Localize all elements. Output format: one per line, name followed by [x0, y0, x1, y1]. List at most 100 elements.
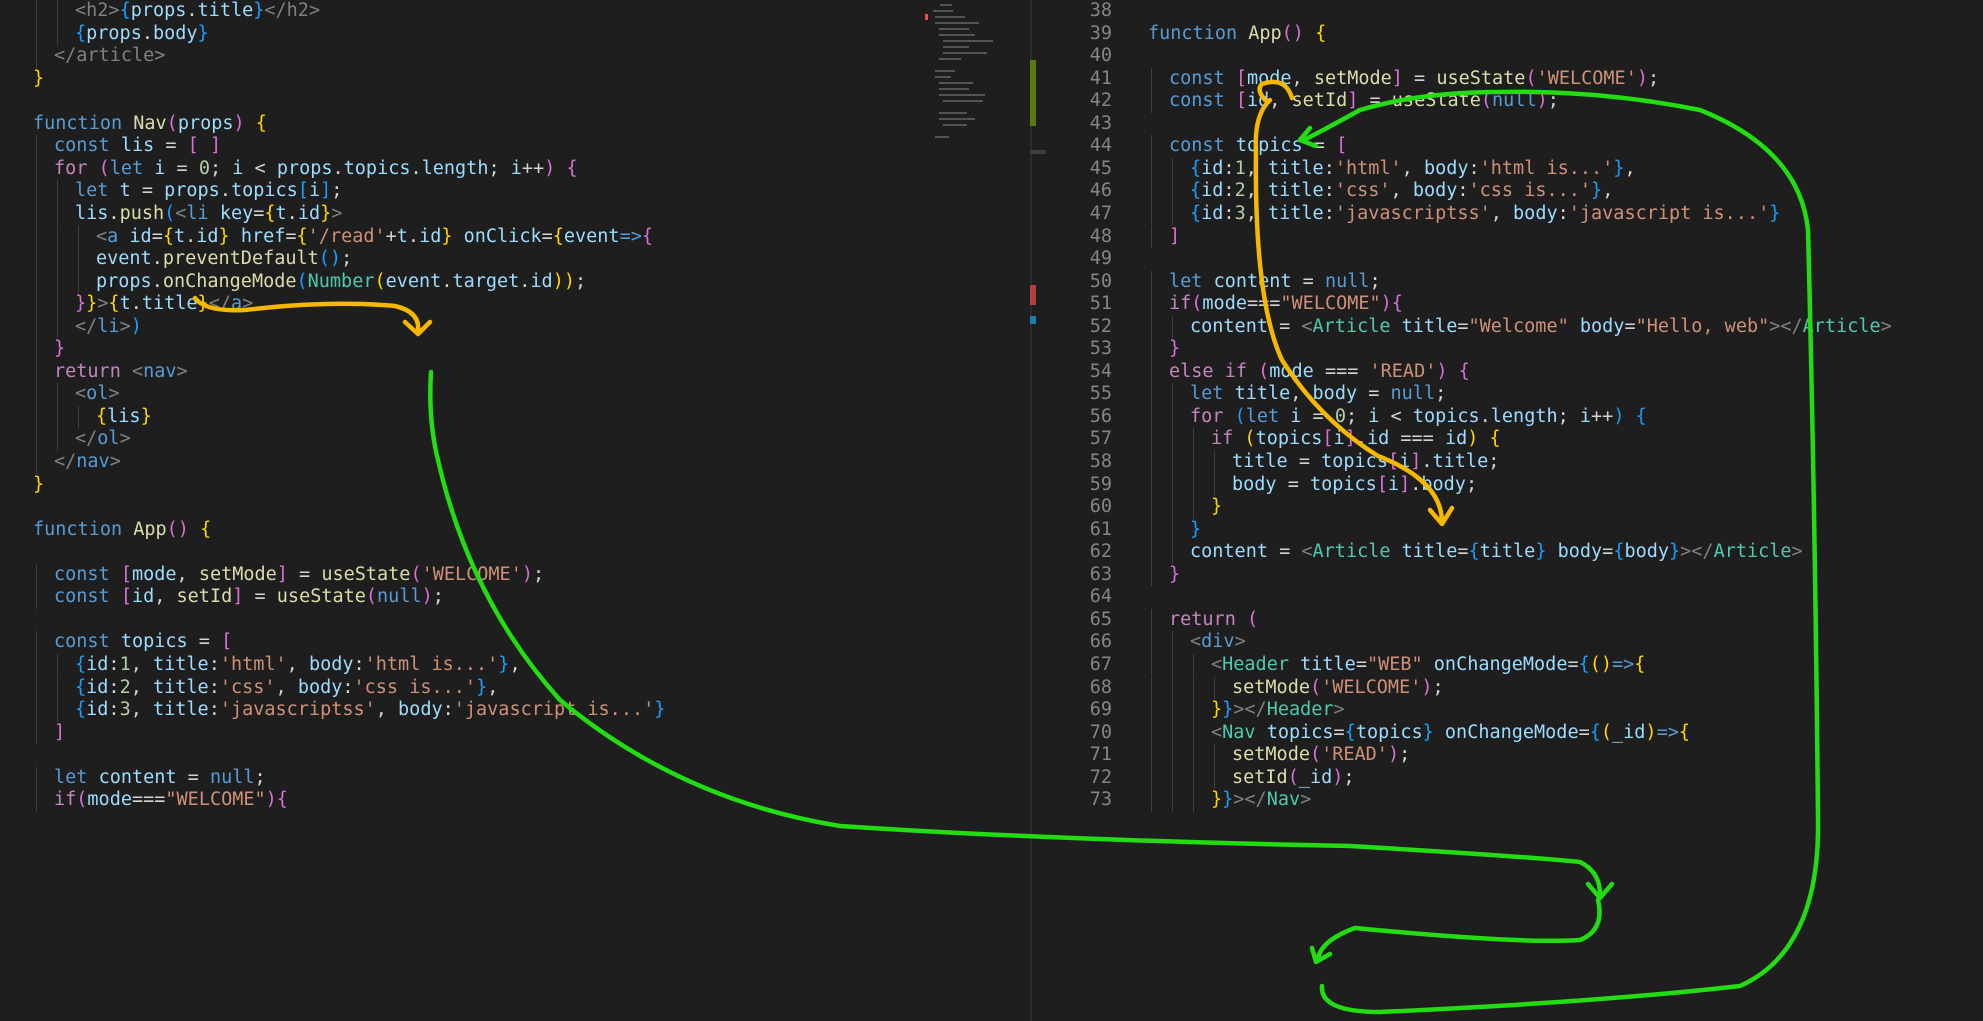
- code-token: title: [1300, 653, 1356, 675]
- code-token: }: [1190, 518, 1202, 540]
- code-token: (: [164, 202, 176, 224]
- code-token: 'html is...': [1479, 157, 1614, 179]
- code-token: let: [109, 157, 155, 179]
- code-token: topics: [1266, 721, 1334, 743]
- right-editor-pane[interactable]: 38 39 function App() {40 41 const [mode, set…: [1032, 0, 1983, 1021]
- code-token: preventDefault: [162, 248, 319, 270]
- code-token: ;: [1369, 270, 1381, 292]
- code-token: {: [75, 22, 87, 44]
- code-line[interactable]: }: [1211, 493, 1222, 521]
- code-line[interactable]: if(mode==="WELCOME"){: [54, 786, 288, 814]
- code-line[interactable]: </nav>: [54, 448, 121, 476]
- code-token: >: [1234, 631, 1246, 653]
- code-token: {: [1589, 721, 1601, 743]
- code-token: (: [1480, 90, 1493, 112]
- code-token: body: [1421, 473, 1466, 495]
- code-token: {: [75, 653, 87, 675]
- code-token: }: [1222, 789, 1234, 811]
- indent-guide: [1151, 67, 1152, 91]
- code-token: >: [331, 202, 343, 224]
- code-token: =: [151, 225, 163, 247]
- code-token: 'html': [1334, 157, 1402, 179]
- code-line[interactable]: {id:3, title:'javascriptss', body:'javas…: [75, 696, 665, 724]
- code-token: title: [152, 653, 209, 675]
- code-token: .: [130, 293, 142, 315]
- minimap[interactable]: [925, 0, 1025, 160]
- code-line[interactable]: </article>: [54, 42, 165, 70]
- code-token: 1: [119, 653, 131, 675]
- code-token: >: [108, 383, 120, 405]
- code-token: 2: [119, 676, 131, 698]
- code-line[interactable]: }: [33, 471, 44, 499]
- code-token: ): [1467, 428, 1479, 450]
- code-line[interactable]: content = <Article title="Welcome" body=…: [1190, 313, 1892, 341]
- indent-guide: [1193, 451, 1194, 474]
- indent-guide: [57, 225, 58, 249]
- code-token: [ ]: [187, 135, 222, 157]
- code-token: ,: [130, 676, 153, 698]
- code-token: =: [1276, 473, 1310, 495]
- code-token: +: [385, 225, 397, 247]
- code-line[interactable]: function App() {: [1148, 20, 1326, 48]
- indent-guide: [1151, 90, 1152, 113]
- indent-guide: [57, 405, 58, 429]
- code-token: {: [1634, 653, 1646, 675]
- code-line[interactable]: ]: [54, 719, 65, 747]
- indent-guide: [1151, 405, 1152, 429]
- indent-guide: [1151, 270, 1152, 294]
- code-token: ++: [1591, 405, 1614, 427]
- code-line[interactable]: }: [1169, 561, 1180, 589]
- code-token: =>: [619, 225, 642, 247]
- code-token: _id: [1298, 766, 1333, 788]
- code-token: "WELCOME": [1280, 293, 1381, 315]
- code-token: ): [1613, 405, 1625, 427]
- code-token: (: [1309, 676, 1322, 698]
- code-line[interactable]: content = <Article title={title} body={b…: [1190, 538, 1803, 566]
- code-line[interactable]: {id:3, title:'javascriptss', body:'javas…: [1190, 200, 1780, 228]
- code-token: ]: [1344, 428, 1356, 450]
- code-line[interactable]: }: [33, 65, 44, 93]
- code-token: }: [1222, 699, 1234, 721]
- indent-guide: [1151, 518, 1152, 542]
- code-token: push: [119, 202, 165, 224]
- code-line[interactable]: const [id, setId] = useState(null);: [54, 583, 444, 611]
- code-line[interactable]: body = topics[i].body;: [1232, 471, 1477, 499]
- code-line[interactable]: const [id, setId] = useState(null);: [1169, 87, 1559, 115]
- code-token: ;: [1647, 67, 1660, 89]
- code-line[interactable]: ]: [1169, 223, 1180, 251]
- code-token: }: [441, 225, 453, 247]
- indent-guide: [36, 22, 37, 46]
- code-token: >: [97, 293, 109, 315]
- code-token: title: [1401, 541, 1458, 563]
- code-token: return: [1169, 608, 1247, 630]
- left-editor-pane[interactable]: <h2>{props.title}</h2> {props.body} </arti…: [0, 0, 1030, 1021]
- code-token: setId: [176, 586, 233, 608]
- code-token: const: [54, 586, 121, 608]
- code-token: </: [54, 451, 77, 472]
- indent-guide: [1172, 496, 1173, 519]
- code-token: <: [1211, 653, 1223, 675]
- indent-guide: [36, 315, 37, 339]
- code-token: i: [232, 157, 244, 179]
- code-line[interactable]: }}></Nav>: [1211, 786, 1311, 814]
- code-line[interactable]: </li>): [75, 313, 142, 341]
- code-token: {: [255, 112, 267, 134]
- code-token: title: [1432, 451, 1489, 472]
- code-token: nav: [143, 360, 177, 382]
- code-token: ): [1421, 676, 1433, 698]
- code-token: ;: [209, 157, 233, 179]
- code-token: }: [218, 225, 230, 247]
- code-token: topics: [1235, 135, 1303, 157]
- code-token: Header: [1222, 653, 1289, 675]
- code-token: return: [54, 360, 132, 382]
- indent-guide: [36, 428, 37, 451]
- code-token: {: [75, 676, 87, 698]
- code-line[interactable]: function App() {: [33, 516, 211, 544]
- line-number[interactable]: 73: [1032, 786, 1112, 814]
- code-token: ,: [130, 653, 153, 675]
- indent-guide: [36, 721, 37, 745]
- indent-guide: [1151, 315, 1152, 339]
- indent-guide: [1151, 496, 1152, 519]
- code-token: body: [1624, 541, 1670, 563]
